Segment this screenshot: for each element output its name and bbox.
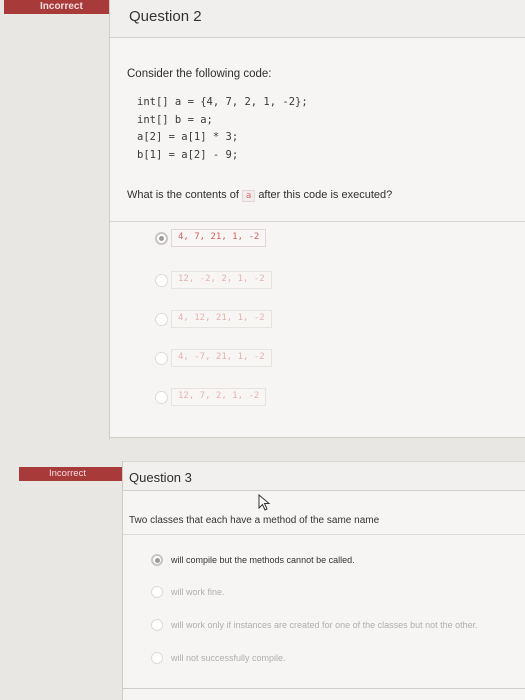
question-prompt: Two classes that each have a method of t… [129, 515, 380, 526]
code-line: a[2] = a[1] * 3; [137, 131, 239, 143]
radio-button[interactable] [155, 391, 168, 404]
answer-option-label: 12, 7, 2, 1, -2 [171, 388, 267, 406]
code-snippet: int[] a = {4, 7, 2, 1, -2}; int[] b = a; a… [137, 94, 308, 164]
divider [110, 221, 525, 222]
question-3-body: Two classes that each have a method of t… [123, 491, 525, 700]
code-line: b[1] = a[2] - 9; [137, 148, 239, 161]
radio-button-selected[interactable] [155, 232, 168, 245]
question-title: Question 2 [129, 8, 202, 25]
question-3-header: Question 3 [123, 461, 525, 491]
divider [123, 534, 525, 535]
code-line: int[] b = a; [137, 113, 213, 126]
answer-option-label: will work only if instances are created … [171, 620, 478, 630]
answer-option-label: 4, -7, 21, 1, -2 [171, 349, 272, 367]
code-line: int[] a = {4, 7, 2, 1, -2}; [137, 96, 308, 108]
inline-code: a [241, 190, 256, 202]
prompt-text: after this code is executed? [258, 189, 393, 201]
answer-option-label: will not successfully compile. [171, 653, 286, 663]
radio-button-selected[interactable] [151, 554, 163, 566]
radio-button[interactable] [151, 619, 163, 631]
radio-button[interactable] [155, 313, 168, 326]
answer-option-label: 12, -2, 2, 1, -2 [171, 271, 272, 289]
radio-button[interactable] [155, 274, 168, 287]
question-title: Question 3 [129, 470, 192, 485]
answer-option-label: will compile but the methods cannot be c… [171, 555, 355, 565]
question-2-header: Question 2 [110, 0, 525, 38]
question-prompt: What is the contents of a after this code … [127, 189, 392, 202]
radio-button[interactable] [155, 352, 168, 365]
radio-button[interactable] [151, 586, 163, 598]
status-badge-incorrect: Incorrect [19, 467, 123, 481]
divider [123, 688, 525, 689]
quiz-results-page: Incorrect Question 2 Consider the follow… [0, 0, 525, 700]
answer-option-label: 4, 12, 21, 1, -2 [171, 310, 272, 328]
prompt-text: What is the contents of [127, 189, 239, 201]
question-intro: Consider the following code: [127, 68, 272, 80]
status-badge-incorrect: Incorrect [4, 0, 112, 14]
answer-option-label: 4, 7, 21, 1, -2 [171, 229, 267, 247]
radio-button[interactable] [151, 652, 163, 664]
answer-option-label: will work fine. [171, 587, 225, 597]
mouse-cursor-icon [258, 494, 271, 511]
question-2-body: Consider the following code: int[] a = {… [110, 38, 525, 438]
